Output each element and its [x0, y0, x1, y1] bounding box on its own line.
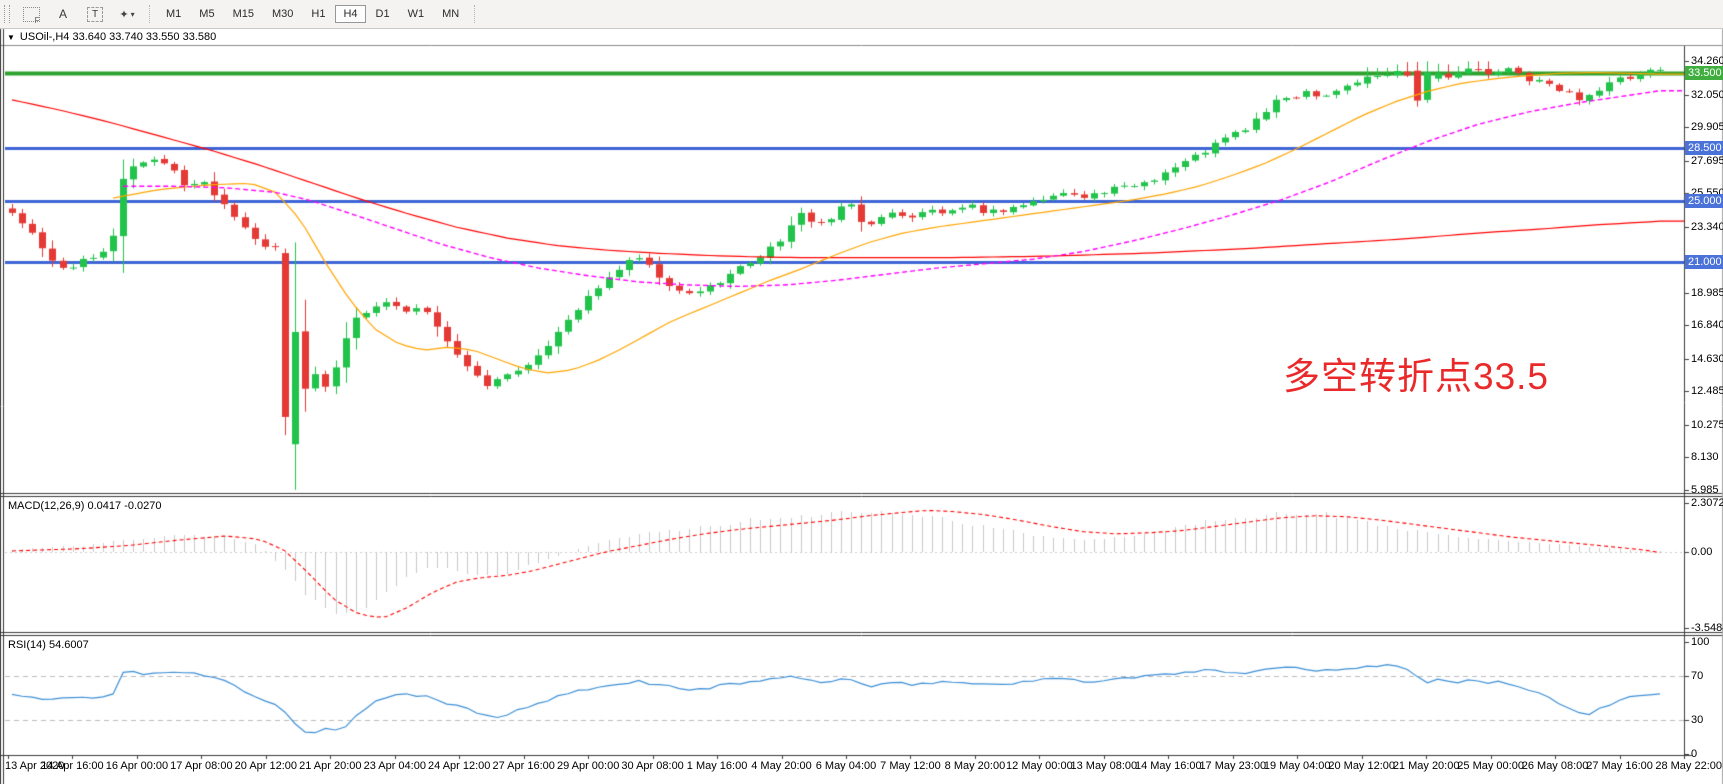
price-tick-label: 23.340	[1691, 221, 1723, 233]
symbol-ohlc-row[interactable]: ▼ USOil-,H4 33.640 33.740 33.550 33.580	[7, 31, 216, 43]
price-tick-label: 10.275	[1691, 419, 1723, 431]
price-tick-label: 29.905	[1691, 121, 1723, 133]
time-tick-label: 27 May 16:00	[1586, 760, 1653, 772]
time-tick-label: 4 May 20:00	[751, 760, 812, 772]
text-tool-button[interactable]: A	[49, 4, 77, 24]
text-label-tool-button[interactable]: T	[81, 4, 109, 24]
time-tick-label: 20 May 12:00	[1328, 760, 1395, 772]
timeframe-button-h4[interactable]: H4	[335, 5, 365, 23]
arrows-icon: ✦	[119, 8, 128, 21]
time-tick-label: 14 May 16:00	[1135, 760, 1202, 772]
macd-axis-label: -3.5484	[1691, 622, 1723, 634]
time-tick-label: 27 Apr 16:00	[492, 760, 554, 772]
price-tick-label: 18.985	[1691, 287, 1723, 299]
timeframe-button-h1[interactable]: H1	[303, 5, 333, 23]
price-badge: 25.000	[1685, 194, 1723, 208]
price-tick-label: 12.485	[1691, 385, 1723, 397]
price-tick-label: 27.695	[1691, 155, 1723, 167]
trading-app-window: F A T ✦ ▾ M1M5M15M30H1H4D1W1MN ▼ USOil-,…	[0, 0, 1723, 784]
time-tick-label: 25 May 00:00	[1457, 760, 1524, 772]
time-tick-label: 14 Apr 16:00	[41, 760, 103, 772]
price-tick-label: 16.840	[1691, 319, 1723, 331]
dropdown-arrow-icon: ▾	[131, 10, 135, 19]
arrows-tool-button[interactable]: ✦ ▾	[113, 4, 141, 24]
rsi-axis-label: 30	[1691, 714, 1703, 726]
symbol-dropdown-icon[interactable]: ▼	[7, 33, 15, 42]
toolbar-separator	[474, 5, 476, 23]
rsi-axis-label: 70	[1691, 670, 1703, 682]
timeframe-button-m15[interactable]: M15	[225, 5, 262, 23]
time-tick-label: 6 May 04:00	[816, 760, 877, 772]
price-tick-label: 5.985	[1691, 484, 1719, 496]
timeframe-button-m30[interactable]: M30	[264, 5, 301, 23]
time-tick-label: 21 Apr 20:00	[299, 760, 361, 772]
text-label-icon: T	[87, 7, 103, 22]
toolbar: F A T ✦ ▾ M1M5M15M30H1H4D1W1MN	[0, 0, 1723, 29]
time-tick-label: 21 May 20:00	[1393, 760, 1460, 772]
time-tick-label: 7 May 12:00	[880, 760, 941, 772]
rsi-axis-label: 0	[1691, 748, 1697, 760]
time-tick-label: 29 Apr 00:00	[557, 760, 619, 772]
timeframe-button-d1[interactable]: D1	[368, 5, 398, 23]
time-tick-label: 23 Apr 04:00	[364, 760, 426, 772]
timeframe-button-mn[interactable]: MN	[434, 5, 467, 23]
toolbar-separator	[149, 5, 151, 23]
rsi-axis-label: 100	[1691, 636, 1709, 648]
symbol-ohlc-text: USOil-,H4 33.640 33.740 33.550 33.580	[20, 31, 216, 43]
price-badge: 21.000	[1685, 255, 1723, 269]
price-tick-label: 8.130	[1691, 451, 1719, 463]
rsi-indicator-label: RSI(14) 54.6007	[8, 639, 89, 651]
timeframe-button-m1[interactable]: M1	[158, 5, 189, 23]
time-tick-label: 28 May 22:00	[1655, 760, 1722, 772]
time-tick-label: 1 May 16:00	[687, 760, 748, 772]
fibonacci-tool-button[interactable]: F	[17, 4, 45, 24]
time-tick-label: 26 May 08:00	[1522, 760, 1589, 772]
price-badge: 33.500	[1685, 66, 1723, 80]
timeframe-button-w1[interactable]: W1	[400, 5, 433, 23]
chart-annotation-text: 多空转折点33.5	[1283, 346, 1549, 400]
fibonacci-grid-icon: F	[23, 7, 40, 22]
time-tick-label: 16 Apr 00:00	[106, 760, 168, 772]
time-tick-label: 13 May 08:00	[1071, 760, 1138, 772]
time-tick-label: 19 May 04:00	[1264, 760, 1331, 772]
time-tick-label: 20 Apr 12:00	[235, 760, 297, 772]
time-tick-label: 17 Apr 08:00	[170, 760, 232, 772]
time-tick-label: 24 Apr 12:00	[428, 760, 490, 772]
price-tick-label: 14.630	[1691, 353, 1723, 365]
price-tick-label: 32.050	[1691, 89, 1723, 101]
macd-axis-label: 2.3072	[1691, 497, 1723, 509]
time-tick-label: 30 Apr 08:00	[621, 760, 683, 772]
macd-indicator-label: MACD(12,26,9) 0.0417 -0.0270	[8, 500, 161, 512]
timeframe-buttons: M1M5M15M30H1H4D1W1MN	[157, 5, 468, 23]
timeframe-button-m5[interactable]: M5	[191, 5, 222, 23]
time-tick-label: 12 May 00:00	[1006, 760, 1073, 772]
macd-axis-label: 0.00	[1691, 546, 1712, 558]
time-tick-label: 17 May 23:00	[1199, 760, 1266, 772]
price-badge: 28.500	[1685, 141, 1723, 155]
time-tick-label: 8 May 20:00	[945, 760, 1006, 772]
toolbar-grip[interactable]	[4, 5, 10, 23]
